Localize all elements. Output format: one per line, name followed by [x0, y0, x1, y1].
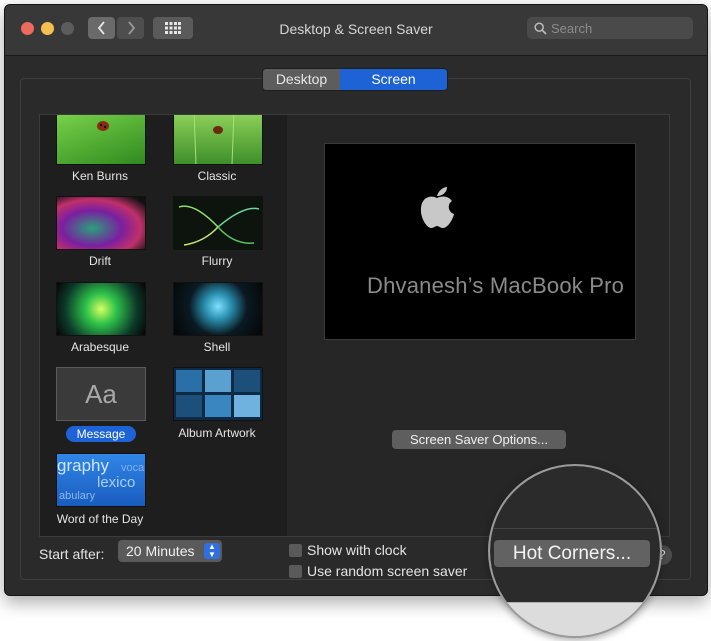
saver-label: Album Artwork	[178, 426, 256, 440]
saver-thumb-flurry[interactable]	[173, 196, 263, 250]
ladybug-icon	[193, 115, 235, 165]
start-after-value: 20 Minutes	[126, 543, 195, 559]
saver-thumb-ken-burns[interactable]	[56, 115, 146, 165]
saver-thumb-message[interactable]: Aa	[56, 367, 146, 421]
saver-thumb-classic[interactable]	[173, 115, 263, 165]
saver-thumb-shell[interactable]	[173, 282, 263, 336]
search-placeholder: Search	[551, 20, 593, 36]
magnifier-dark-area	[490, 466, 660, 602]
hot-corners-button[interactable]: Hot Corners...	[494, 540, 650, 567]
saver-label: Word of the Day	[56, 512, 144, 526]
titlebar: Desktop & Screen Saver Search	[5, 5, 707, 56]
screen-saver-list[interactable]: Ken Burns Classic Drift Flurry Arabesque	[39, 114, 288, 537]
saver-thumb-album-artwork[interactable]	[173, 367, 263, 421]
tab-screen-saver[interactable]: Screen Saver	[340, 69, 447, 90]
flurry-icon	[178, 205, 260, 246]
tab-desktop[interactable]: Desktop	[263, 69, 340, 90]
album-grid-icon	[176, 370, 260, 417]
saver-label: Drift	[89, 254, 111, 268]
word-abulary: abulary	[59, 490, 96, 502]
search-icon	[534, 21, 547, 35]
saver-thumb-arabesque[interactable]	[56, 282, 146, 336]
computer-name-text: Dhvanesh’s MacBook Pro	[367, 273, 625, 298]
saver-thumb-drift[interactable]	[56, 196, 146, 250]
word-lexico: lexico	[97, 474, 136, 491]
show-clock-label: Show with clock	[307, 542, 407, 558]
start-after-label: Start after:	[39, 546, 105, 562]
magnifier-lower-area	[490, 602, 660, 636]
start-after-select[interactable]: 20 Minutes ▲ ▼	[118, 540, 222, 562]
saver-label: Flurry	[201, 254, 233, 268]
hot-corners-magnifier: Hot Corners...	[488, 464, 662, 638]
magnifier-divider	[490, 528, 660, 529]
word-vocab: voca	[121, 462, 145, 474]
tab-bar: Desktop Screen Saver	[262, 68, 448, 91]
screen-saver-preview	[324, 143, 636, 340]
saver-label: Arabesque	[70, 340, 130, 354]
updown-chevron-icon: ▲ ▼	[204, 543, 220, 559]
random-saver-checkbox[interactable]	[288, 564, 303, 579]
show-clock-checkbox[interactable]	[288, 543, 303, 558]
word-graphy: graphy	[57, 456, 109, 475]
search-field[interactable]: Search	[527, 17, 693, 39]
message-aa-text: Aa	[85, 379, 117, 409]
saver-label: Shell	[203, 340, 231, 354]
saver-label: Ken Burns	[71, 169, 129, 183]
apple-logo-icon	[420, 187, 454, 228]
screen-saver-options-button[interactable]: Screen Saver Options...	[392, 430, 566, 449]
saver-thumb-word-of-the-day[interactable]: graphy voca lexico abulary	[56, 453, 146, 507]
saver-label: Classic	[197, 169, 237, 183]
saver-label-selected: Message	[66, 426, 136, 442]
random-saver-label: Use random screen saver	[307, 563, 468, 579]
ladybug-icon	[97, 121, 109, 131]
